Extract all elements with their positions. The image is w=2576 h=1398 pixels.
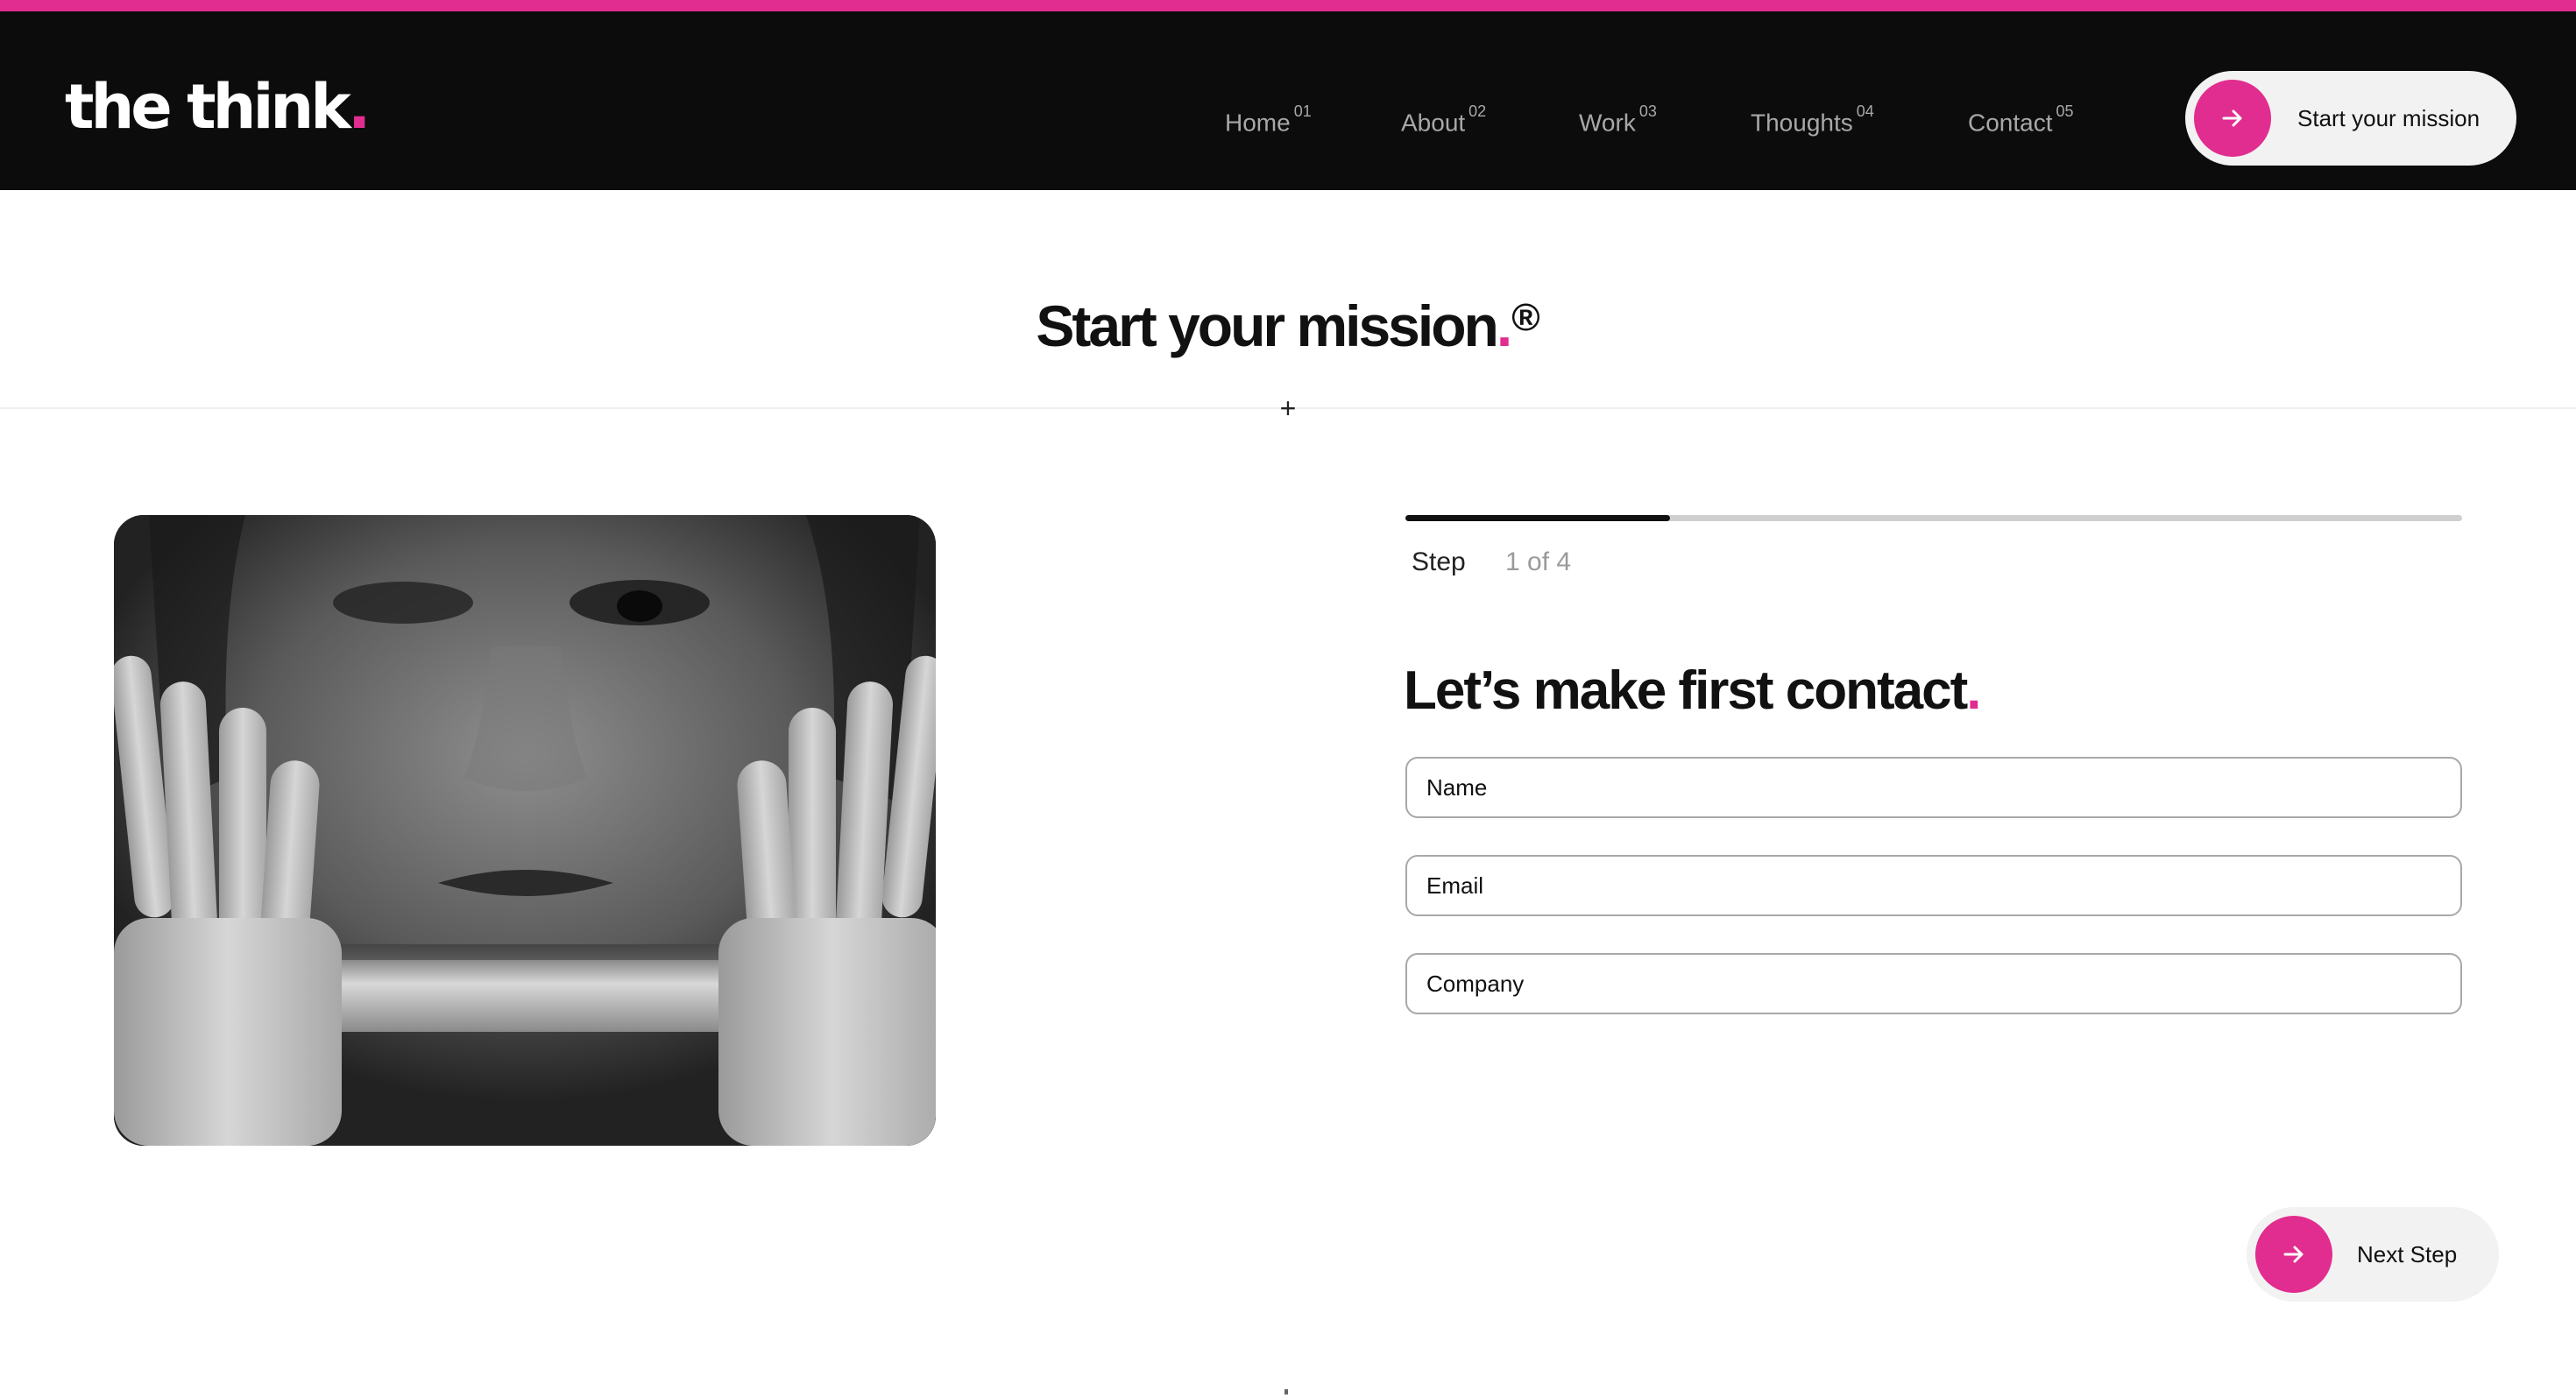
nav-item-label: Thoughts: [1751, 109, 1853, 137]
nav-item-about[interactable]: About 02: [1401, 90, 1486, 149]
nav-item-work[interactable]: Work 03: [1579, 90, 1657, 149]
start-mission-label: Start your mission: [2297, 105, 2480, 131]
accent-stripe: [0, 0, 2576, 11]
form-title: Let’s make first contact.: [1404, 652, 1982, 731]
logo-dot: .: [347, 71, 372, 143]
nav-item-number: 04: [1856, 102, 1874, 120]
progress-bar: [1405, 515, 2462, 521]
next-step-button[interactable]: Next Step: [2247, 1207, 2499, 1302]
step-label: Step: [1412, 547, 1466, 576]
email-field[interactable]: [1405, 855, 2462, 916]
astronaut-photo: [114, 515, 936, 1146]
name-field[interactable]: [1405, 757, 2462, 818]
arrow-right-icon: [2255, 1216, 2332, 1293]
page-title: Start your mission.®: [0, 282, 2576, 378]
step-count: 1 of 4: [1505, 547, 1572, 576]
nav-item-home[interactable]: Home 01: [1225, 90, 1312, 149]
nav-item-number: 02: [1468, 102, 1487, 120]
nav-item-contact[interactable]: Contact 05: [1968, 90, 2074, 149]
company-field[interactable]: [1405, 953, 2462, 1014]
next-step-label: Next Step: [2357, 1241, 2458, 1267]
nav-item-number: 05: [2056, 102, 2074, 120]
progress-fill: [1405, 515, 1670, 521]
scroll-indicator: [1284, 1389, 1288, 1394]
page-title-dot: .: [1496, 293, 1512, 358]
nav-item-label: Home: [1225, 109, 1291, 137]
nav-item-thoughts[interactable]: Thoughts 04: [1751, 90, 1874, 149]
plus-icon: +: [1279, 392, 1297, 424]
nav-item-label: Contact: [1968, 109, 2053, 137]
site-header: the think. Home 01 About 02 Work 03 Thought…: [0, 11, 2576, 190]
page-title-text: Start your mission: [1036, 293, 1498, 358]
nav-item-label: Work: [1579, 109, 1636, 137]
form-title-dot: .: [1966, 660, 1981, 721]
nav-item-number: 03: [1638, 102, 1657, 120]
registered-mark: ®: [1511, 296, 1540, 339]
arrow-right-icon: [2194, 80, 2271, 157]
start-mission-button[interactable]: Start your mission: [2185, 71, 2516, 166]
nav-item-label: About: [1401, 109, 1466, 137]
form-title-text: Let’s make first contact: [1404, 660, 1968, 721]
nav-item-number: 01: [1293, 102, 1312, 120]
logo-text: the think: [65, 71, 351, 143]
logo[interactable]: the think.: [65, 67, 372, 146]
